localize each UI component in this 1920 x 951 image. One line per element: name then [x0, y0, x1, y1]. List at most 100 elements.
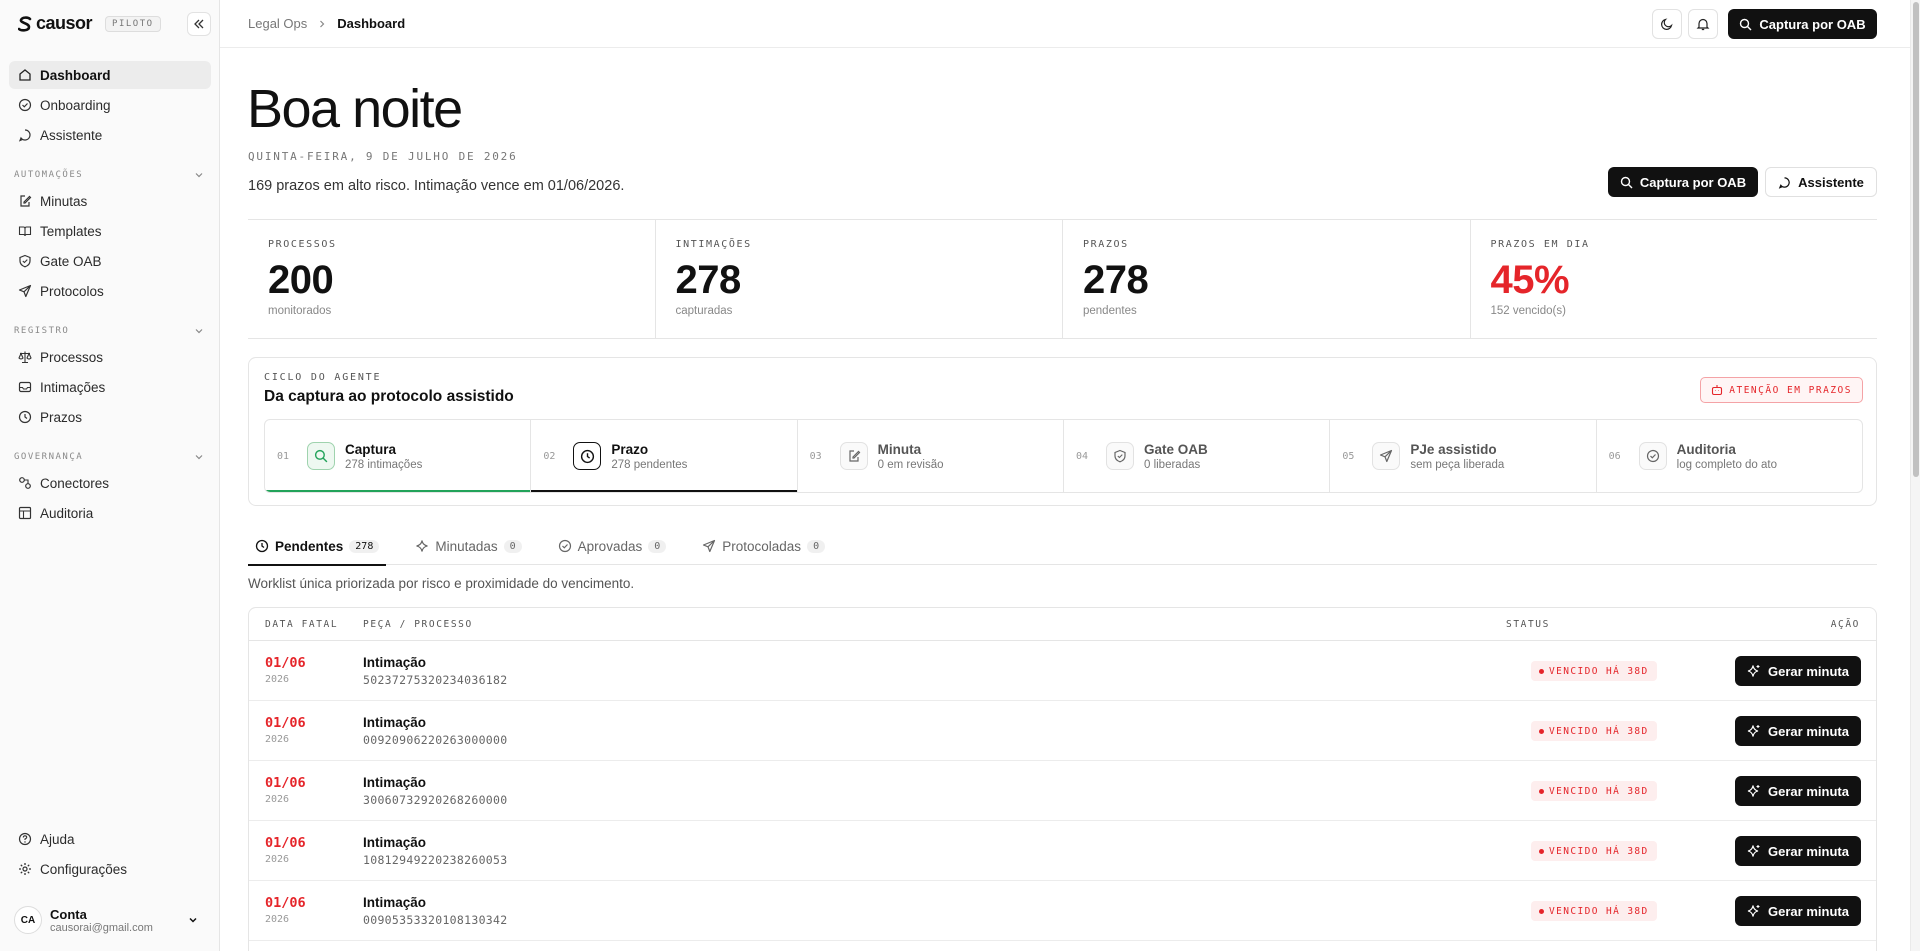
due-year: 2026 — [265, 854, 290, 865]
button-label: Gerar minuta — [1768, 723, 1849, 739]
header-piece[interactable]: PEÇA / PROCESSO — [363, 619, 473, 630]
table-row[interactable]: 01/06 2026 Intimação 00905353320108130342 VE… — [249, 881, 1876, 941]
sidebar-item-configuracoes[interactable]: Configurações — [9, 855, 211, 883]
sidebar-item-auditoria[interactable]: Auditoria — [9, 499, 211, 527]
sidebar: causor PILOTO Dashboard Onboarding Assis… — [0, 0, 220, 951]
table-row[interactable]: 01/06 2026 Intimação 50237275320234036182 VE… — [249, 641, 1876, 701]
stat-label: INTIMAÇÕES — [675, 239, 752, 250]
stat-value: 278 — [675, 258, 742, 302]
send-icon — [1372, 442, 1401, 470]
piece-title: Intimação — [363, 655, 427, 670]
chevron-down-icon — [194, 452, 204, 462]
table-row[interactable]: 01/06 2026 Intimação 30060732920268260000 VE… — [249, 761, 1876, 821]
sidebar-item-processos[interactable]: Processos — [9, 343, 211, 371]
chevron-down-icon — [194, 326, 204, 336]
capture-oab-button[interactable]: Captura por OAB — [1728, 9, 1877, 39]
search-icon — [307, 442, 335, 470]
sidebar-item-ajuda[interactable]: Ajuda — [9, 825, 211, 853]
step-minuta[interactable]: 03 Minuta 0 em revisão — [798, 420, 1064, 492]
table-icon — [18, 506, 32, 520]
tab-aprovadas[interactable]: Aprovadas 0 — [551, 527, 674, 565]
sidebar-item-intimacoes[interactable]: Intimações — [9, 373, 211, 401]
collapse-sidebar-button[interactable] — [187, 12, 211, 36]
chat-icon — [18, 128, 32, 142]
stat-sub: monitorados — [268, 305, 332, 317]
process-number: 50237275320234036182 — [363, 673, 508, 687]
moon-icon — [1660, 17, 1674, 31]
account-menu[interactable]: CA Conta causorai@gmail.com — [9, 901, 211, 939]
stat-sub: 152 vencido(s) — [1490, 305, 1566, 317]
worklist-description: Worklist única priorizada por risco e pr… — [248, 576, 635, 591]
cycle-title: Da captura ao protocolo assistido — [264, 388, 514, 405]
step-auditoria[interactable]: 06 Auditoria log completo do ato — [1597, 420, 1862, 492]
chat-icon — [1778, 176, 1791, 189]
brand[interactable]: causor PILOTO — [18, 13, 161, 34]
send-icon — [18, 284, 32, 298]
assistant-button[interactable]: Assistente — [1765, 167, 1877, 197]
tab-protocoladas[interactable]: Protocoladas 0 — [695, 527, 832, 565]
due-date: 01/06 2026 — [265, 775, 306, 805]
check-circle-icon — [558, 539, 572, 553]
tab-minutadas[interactable]: Minutadas 0 — [408, 527, 528, 565]
generate-draft-button[interactable]: Gerar minuta — [1735, 836, 1861, 866]
table-row[interactable]: 01/06 2026 Intimação 10812949220238260053 VE… — [249, 821, 1876, 881]
stat-label: PROCESSOS — [268, 239, 337, 250]
page-scrollbar[interactable] — [1910, 0, 1920, 951]
tab-pendentes[interactable]: Pendentes 278 — [248, 527, 387, 566]
sidebar-item-minutas[interactable]: Minutas — [9, 187, 211, 215]
sidebar-item-templates[interactable]: Templates — [9, 217, 211, 245]
table-row[interactable]: 01/06 2026 Intimação 00920906220263000000 VE… — [249, 701, 1876, 761]
deadline-alert-badge[interactable]: ATENÇÃO EM PRAZOS — [1700, 377, 1863, 403]
tab-label: Protocoladas — [722, 538, 802, 554]
stat-sub: capturadas — [675, 305, 733, 317]
gear-icon — [18, 862, 32, 876]
worklist-table: DATA FATAL PEÇA / PROCESSO STATUS AÇÃO 0… — [248, 607, 1877, 951]
piece-title: Intimação — [363, 775, 427, 790]
status-badge: VENCIDO HÁ 38D — [1531, 721, 1657, 741]
step-gate-oab[interactable]: 04 Gate OAB 0 liberadas — [1064, 420, 1331, 492]
sidebar-item-conectores[interactable]: Conectores — [9, 469, 211, 497]
section-automacoes[interactable]: AUTOMAÇÕES — [14, 170, 204, 180]
account-name: Conta — [50, 906, 87, 922]
button-label: Gerar minuta — [1768, 663, 1849, 679]
generate-draft-button[interactable]: Gerar minuta — [1735, 716, 1861, 746]
header-date[interactable]: DATA FATAL — [265, 619, 338, 630]
sidebar-item-gate-oab[interactable]: Gate OAB — [9, 247, 211, 275]
button-label: Gerar minuta — [1768, 843, 1849, 859]
step-number: 04 — [1075, 450, 1089, 462]
step-captura[interactable]: 01 Captura 278 intimações — [265, 420, 532, 492]
book-icon — [18, 224, 32, 238]
sidebar-item-onboarding[interactable]: Onboarding — [9, 91, 211, 119]
sidebar-item-prazos[interactable]: Prazos — [9, 403, 211, 431]
section-registro[interactable]: REGISTRO — [14, 326, 204, 336]
topbar: Legal Ops Dashboard Captura por OAB — [220, 0, 1910, 48]
notifications-button[interactable] — [1688, 9, 1718, 39]
status-dot-icon — [1539, 908, 1544, 914]
status-dot-icon — [1539, 728, 1544, 734]
stat-prazos-em-dia: PRAZOS EM DIA 45% 152 vencido(s) — [1471, 220, 1878, 338]
sidebar-item-assistente[interactable]: Assistente — [9, 121, 211, 149]
causor-logo-icon — [18, 15, 32, 32]
stat-value: 45% — [1490, 258, 1570, 302]
generate-draft-button[interactable]: Gerar minuta — [1735, 896, 1861, 926]
step-sub: 0 liberadas — [1143, 458, 1201, 471]
generate-draft-button[interactable]: Gerar minuta — [1735, 656, 1861, 686]
search-icon — [1620, 176, 1633, 189]
inbox-icon — [18, 380, 32, 394]
breadcrumb-item[interactable]: Legal Ops — [248, 16, 307, 31]
step-pje-assistido[interactable]: 05 PJe assistido sem peça liberada — [1330, 420, 1597, 492]
scrollbar-thumb[interactable] — [1913, 2, 1919, 477]
step-title: Captura — [345, 441, 397, 457]
capture-oab-header-button[interactable]: Captura por OAB — [1608, 167, 1758, 197]
due-day: 01/06 — [265, 895, 306, 911]
sidebar-item-protocolos[interactable]: Protocolos — [9, 277, 211, 305]
step-prazo[interactable]: 02 Prazo 278 pendentes — [531, 420, 798, 492]
header-status[interactable]: STATUS — [1506, 619, 1550, 630]
sidebar-item-dashboard[interactable]: Dashboard — [9, 61, 211, 89]
status-dot-icon — [1539, 668, 1544, 674]
header-action: AÇÃO — [1830, 619, 1860, 630]
section-governanca[interactable]: GOVERNANÇA — [14, 452, 204, 462]
theme-toggle-button[interactable] — [1652, 9, 1682, 39]
generate-draft-button[interactable]: Gerar minuta — [1735, 776, 1861, 806]
process-number: 10812949220238260053 — [363, 853, 508, 867]
